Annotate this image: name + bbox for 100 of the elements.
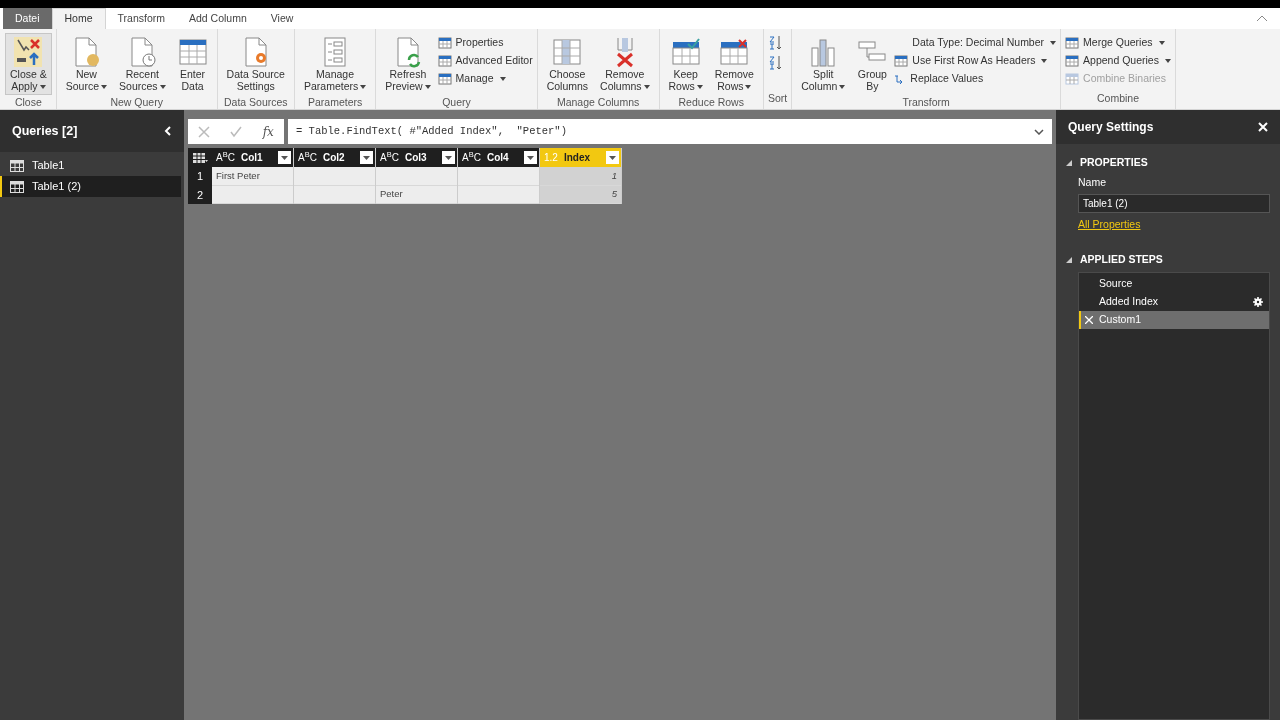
keep-rows-icon <box>670 36 701 68</box>
gear-icon[interactable] <box>1253 297 1263 307</box>
ribbon-button[interactable]: New Source <box>60 33 113 95</box>
table-icon <box>10 180 24 193</box>
column-header[interactable]: 1.2 Index <box>540 148 621 167</box>
applied-step[interactable]: Custom1 <box>1079 311 1269 329</box>
ribbon-menu-button[interactable]: Manage <box>437 71 533 86</box>
row-number: 2 <box>195 187 205 203</box>
filter-dropdown-icon[interactable] <box>524 151 537 164</box>
ribbon-menu-button[interactable]: Merge Queries <box>1065 35 1171 50</box>
menu-tab[interactable]: View <box>258 8 306 29</box>
caret-icon <box>39 85 46 90</box>
group-label: Data Sources <box>222 95 289 110</box>
ribbon-button[interactable]: Data Source Settings <box>221 33 290 95</box>
ribbon-button[interactable]: Refresh Preview <box>380 33 436 95</box>
check-icon[interactable] <box>230 125 243 138</box>
row-number: 1 <box>195 169 205 184</box>
menu-tab[interactable]: Transform <box>105 8 177 29</box>
applied-step[interactable]: Added Index <box>1079 293 1269 311</box>
group-label: Parameters <box>306 95 364 110</box>
table-cell: 1 <box>540 167 621 186</box>
caret-icon <box>101 85 108 90</box>
function-button[interactable]: fx <box>262 122 274 141</box>
group-label: Combine <box>1096 91 1140 107</box>
filter-dropdown-icon[interactable] <box>278 151 291 164</box>
pane-title: Query Settings <box>1068 119 1154 136</box>
group-label: Close <box>13 95 43 110</box>
ribbon-button[interactable]: Close & Apply <box>5 33 52 95</box>
pane-title: Queries [2] <box>12 122 78 140</box>
caret-icon <box>499 76 506 81</box>
group-label: Manage Columns <box>555 95 641 110</box>
ribbon-button[interactable]: Enter Data <box>172 33 213 95</box>
ribbon-menu-button[interactable]: Use First Row As Headers <box>894 53 1057 68</box>
caret-icon <box>1041 58 1048 63</box>
caret-icon <box>1158 40 1165 45</box>
ribbon-menu-button[interactable]: Append Queries <box>1065 53 1171 68</box>
ribbon-button[interactable]: Group By <box>852 33 893 95</box>
group-label: Transform <box>901 95 951 110</box>
sort-descending-button[interactable] <box>767 55 784 71</box>
query-item[interactable]: Table1 (2) <box>0 176 181 197</box>
section-heading: PROPERTIES <box>1080 155 1148 170</box>
collapse-triangle-icon[interactable] <box>1066 159 1072 166</box>
name-field[interactable]: Table1 (2) <box>1078 193 1270 213</box>
caret-icon <box>159 85 166 90</box>
ribbon-menu-button[interactable]: Advanced Editor <box>437 53 533 68</box>
column-header[interactable]: A$^{B}$C Col2 <box>294 148 375 167</box>
table-icon <box>437 72 452 85</box>
formula-field[interactable]: = Table.FindText( #"Added Index", "Peter") <box>288 119 1052 144</box>
caret-icon <box>424 85 431 90</box>
caret-icon <box>643 85 650 90</box>
caret-icon <box>696 85 703 90</box>
ribbon-menu-button[interactable]: Data Type: Decimal Number <box>894 35 1057 50</box>
collapse-ribbon-icon[interactable] <box>1257 15 1267 21</box>
table-icon <box>192 152 208 163</box>
ribbon-menu-button[interactable]: Replace Values <box>894 71 1057 86</box>
column-header[interactable]: A$^{B}$C Col1 <box>212 148 293 167</box>
all-properties-link[interactable]: All Properties <box>1078 216 1141 233</box>
ribbon-button[interactable]: Choose Columns <box>541 33 594 95</box>
menu-tab[interactable]: Add Column <box>177 8 259 29</box>
remove-rows-icon <box>719 36 750 68</box>
caret-icon <box>1050 40 1057 45</box>
filter-dropdown-icon[interactable] <box>360 151 373 164</box>
filter-dropdown-icon[interactable] <box>606 151 619 164</box>
table-icon <box>10 159 24 172</box>
field-label: Name <box>1078 174 1107 190</box>
delete-step-icon[interactable] <box>1085 316 1093 324</box>
caret-icon <box>1164 58 1171 63</box>
table-cell: First Peter <box>212 167 293 186</box>
applied-step[interactable]: Source <box>1079 275 1269 293</box>
collapse-chevron-icon[interactable] <box>164 126 172 136</box>
close-apply-icon <box>13 36 44 68</box>
group-label: New Query <box>109 95 164 110</box>
sort-ascending-button[interactable] <box>767 35 784 51</box>
collapse-triangle-icon[interactable] <box>1066 257 1072 264</box>
sort-ascending-icon <box>768 35 783 51</box>
caret-icon <box>839 85 846 90</box>
ribbon-button[interactable]: Remove Rows <box>709 33 759 95</box>
menu-tab[interactable]: Home <box>51 8 106 29</box>
ribbon-button[interactable]: Split Column <box>796 33 851 95</box>
filter-dropdown-icon[interactable] <box>442 151 455 164</box>
ribbon-button[interactable]: Manage Parameters <box>298 33 372 95</box>
menu-tab[interactable]: Datei <box>3 8 52 29</box>
caret-icon <box>360 85 367 90</box>
table-icon <box>894 54 909 67</box>
ribbon-button[interactable]: Keep Rows <box>663 33 708 95</box>
caret-icon <box>745 85 752 90</box>
close-icon[interactable] <box>1258 122 1268 132</box>
ribbon-menu-button[interactable]: Properties <box>437 35 533 50</box>
group-label: Sort <box>767 91 788 107</box>
group-label: Reduce Rows <box>677 95 745 110</box>
query-item[interactable]: Table1 <box>0 155 181 176</box>
expand-chevron-icon[interactable] <box>1034 128 1044 135</box>
column-header[interactable]: A$^{B}$C Col3 <box>376 148 457 167</box>
columns-icon <box>552 36 583 68</box>
ribbon-button[interactable]: Recent Sources <box>114 33 171 95</box>
section-heading: APPLIED STEPS <box>1080 252 1163 268</box>
column-header[interactable]: A$^{B}$C Col4 <box>458 148 539 167</box>
ribbon-button[interactable]: Remove Columns <box>595 33 655 95</box>
sort-descending-icon <box>768 55 783 71</box>
group-label: Query <box>441 95 472 110</box>
